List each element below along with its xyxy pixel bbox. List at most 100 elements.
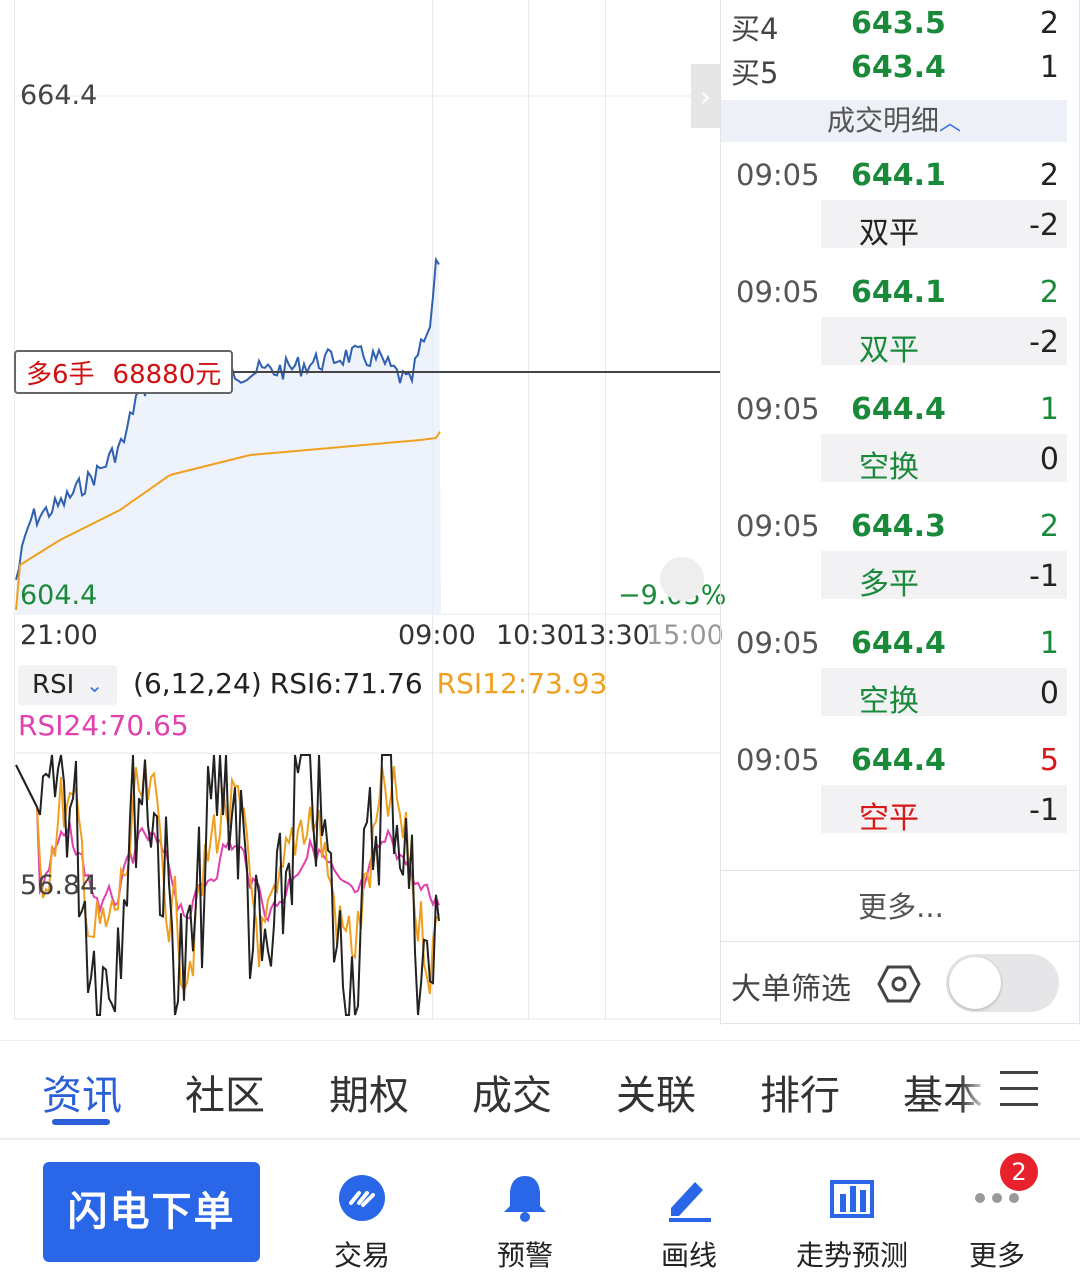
draw-line-label: 画线 bbox=[660, 1239, 717, 1272]
trade-row[interactable]: 09:05 644.4 1 空换 0 bbox=[721, 392, 1080, 509]
tab-options[interactable]: 期权 bbox=[329, 1063, 409, 1121]
trade-open-interest: -2 bbox=[1029, 208, 1059, 243]
trade-price: 644.4 bbox=[851, 743, 946, 778]
rsi-level-label: 56.84 bbox=[20, 870, 98, 901]
tab-news[interactable]: 资讯 bbox=[42, 1063, 122, 1121]
tab-community[interactable]: 社区 bbox=[185, 1063, 265, 1121]
trade-row[interactable]: 09:05 644.4 1 空换 0 bbox=[721, 626, 1080, 743]
trade-type-background bbox=[821, 434, 1067, 482]
tab-trades[interactable]: 成交 bbox=[472, 1063, 552, 1121]
trade-volume: 2 bbox=[1039, 158, 1059, 193]
trade-time: 09:05 bbox=[736, 743, 820, 777]
rsi12-value: RSI12:73.93 bbox=[436, 667, 608, 700]
trade-volume: 2 bbox=[1039, 275, 1059, 310]
trade-volume: 2 bbox=[1039, 509, 1059, 544]
time-label: 10:30 bbox=[496, 620, 574, 651]
bid-row[interactable]: 买5 643.4 1 bbox=[721, 50, 1080, 94]
trade-time: 09:05 bbox=[736, 158, 820, 192]
trade-button[interactable]: 交易 bbox=[297, 1170, 427, 1274]
trade-type: 空换 bbox=[859, 684, 919, 719]
trade-detail-header[interactable]: 成交明细︿ bbox=[721, 100, 1067, 142]
rsi-params: (6,12,24) bbox=[133, 667, 262, 700]
trade-open-interest: 0 bbox=[1039, 442, 1059, 477]
trade-time: 09:05 bbox=[736, 275, 820, 309]
trend-forecast-icon bbox=[822, 1170, 882, 1226]
tab-fade bbox=[960, 1051, 990, 1131]
bid-qty: 1 bbox=[1039, 50, 1059, 85]
alert-label: 预警 bbox=[496, 1239, 553, 1272]
bell-icon bbox=[495, 1170, 555, 1226]
time-label: 13:30 bbox=[572, 620, 650, 651]
chevron-up-icon: ︿ bbox=[939, 111, 962, 136]
position-price-line bbox=[230, 371, 720, 373]
big-order-filter-toggle[interactable] bbox=[946, 954, 1059, 1012]
trend-forecast-label: 走势预测 bbox=[795, 1239, 908, 1272]
time-label: 09:00 bbox=[398, 620, 476, 651]
time-label: 15:00 bbox=[646, 620, 724, 651]
flash-order-button[interactable]: 闪电下单 bbox=[43, 1162, 260, 1262]
trade-open-interest: -1 bbox=[1029, 793, 1059, 828]
trade-type: 双平 bbox=[859, 333, 919, 368]
trade-volume: 1 bbox=[1039, 626, 1059, 661]
rsi6-value: RSI6:71.76 bbox=[269, 667, 423, 700]
draw-line-button[interactable]: 画线 bbox=[624, 1170, 754, 1274]
settings-hex-icon[interactable] bbox=[877, 964, 921, 1008]
trade-row[interactable]: 09:05 644.3 2 多平 -1 bbox=[721, 509, 1080, 626]
notification-badge: 2 bbox=[1000, 1153, 1038, 1191]
indicator-select[interactable]: RSI ⌄ bbox=[18, 665, 118, 705]
tab-related[interactable]: 关联 bbox=[616, 1063, 696, 1121]
active-tab-indicator bbox=[52, 1119, 110, 1125]
rsi-chart[interactable] bbox=[0, 745, 720, 1025]
rsi-header: RSI ⌄ (6,12,24) RSI6:71.76 RSI12:73.93 RSI2… bbox=[18, 663, 718, 747]
trade-row-partial bbox=[721, 860, 1080, 870]
time-label: 21:00 bbox=[20, 620, 98, 651]
more-button[interactable]: 更多 bbox=[932, 1170, 1062, 1274]
trade-volume: 1 bbox=[1039, 392, 1059, 427]
trade-icon bbox=[332, 1170, 392, 1226]
position-amount: 68880元 bbox=[112, 359, 222, 390]
draw-line-icon bbox=[659, 1170, 719, 1226]
bid-row[interactable]: 买4 643.5 2 bbox=[721, 6, 1080, 50]
toggle-knob bbox=[949, 957, 1001, 1009]
bottom-toolbar: 闪电下单 交易 预警 画线 走势预测 更多 bbox=[0, 1142, 1080, 1285]
indicator-select-value: RSI bbox=[32, 670, 75, 700]
big-order-filter-label: 大单筛选 bbox=[731, 972, 851, 1007]
alert-button[interactable]: 预警 bbox=[460, 1170, 590, 1274]
bid-qty: 2 bbox=[1039, 6, 1059, 41]
trade-row[interactable]: 09:05 644.1 2 双平 -2 bbox=[721, 158, 1080, 275]
trade-label: 交易 bbox=[333, 1239, 390, 1272]
trade-open-interest: -1 bbox=[1029, 559, 1059, 594]
trade-volume: 5 bbox=[1039, 743, 1059, 778]
big-order-filter: 大单筛选 bbox=[721, 944, 1080, 1024]
more-trades-button[interactable]: 更多... bbox=[721, 870, 1080, 942]
floating-action-button[interactable] bbox=[660, 557, 704, 601]
position-tag[interactable]: 多6手 68880元 bbox=[14, 350, 234, 394]
menu-icon[interactable] bbox=[1000, 1071, 1038, 1119]
trade-type: 双平 bbox=[859, 216, 919, 251]
tab-ranking[interactable]: 排行 bbox=[760, 1063, 840, 1121]
y-min-label: 604.4 bbox=[20, 580, 98, 611]
trade-type: 空平 bbox=[859, 801, 919, 836]
trade-price: 644.4 bbox=[851, 392, 946, 427]
trade-time: 09:05 bbox=[736, 392, 820, 426]
trend-forecast-button[interactable]: 走势预测 bbox=[787, 1170, 917, 1274]
trade-price: 644.1 bbox=[851, 275, 946, 310]
price-chart[interactable] bbox=[0, 0, 720, 660]
chevron-down-icon: ⌄ bbox=[86, 673, 104, 697]
order-book-panel: 买4 643.5 2 买5 643.4 1 成交明细︿ 09:05 644.1 2 双… bbox=[720, 0, 1080, 1025]
position-direction: 多6手 bbox=[26, 359, 95, 390]
bid-price: 643.4 bbox=[851, 50, 946, 85]
trade-time: 09:05 bbox=[736, 509, 820, 543]
price-area-fill bbox=[16, 259, 441, 614]
chart-area[interactable]: 664.4 604.4 −9.03% 多6手 68880元 › 21:00 09… bbox=[0, 0, 726, 1030]
chevron-right-icon: › bbox=[699, 79, 712, 113]
collapse-panel-button[interactable]: › bbox=[691, 64, 720, 128]
trade-type: 多平 bbox=[859, 567, 919, 602]
trade-row[interactable]: 09:05 644.1 2 双平 -2 bbox=[721, 275, 1080, 392]
trade-price: 644.3 bbox=[851, 509, 946, 544]
trade-time: 09:05 bbox=[736, 626, 820, 660]
trade-detail-title: 成交明细 bbox=[826, 104, 939, 137]
y-max-label: 664.4 bbox=[20, 80, 98, 111]
trade-open-interest: -2 bbox=[1029, 325, 1059, 360]
trade-row[interactable]: 09:05 644.4 5 空平 -1 bbox=[721, 743, 1080, 860]
